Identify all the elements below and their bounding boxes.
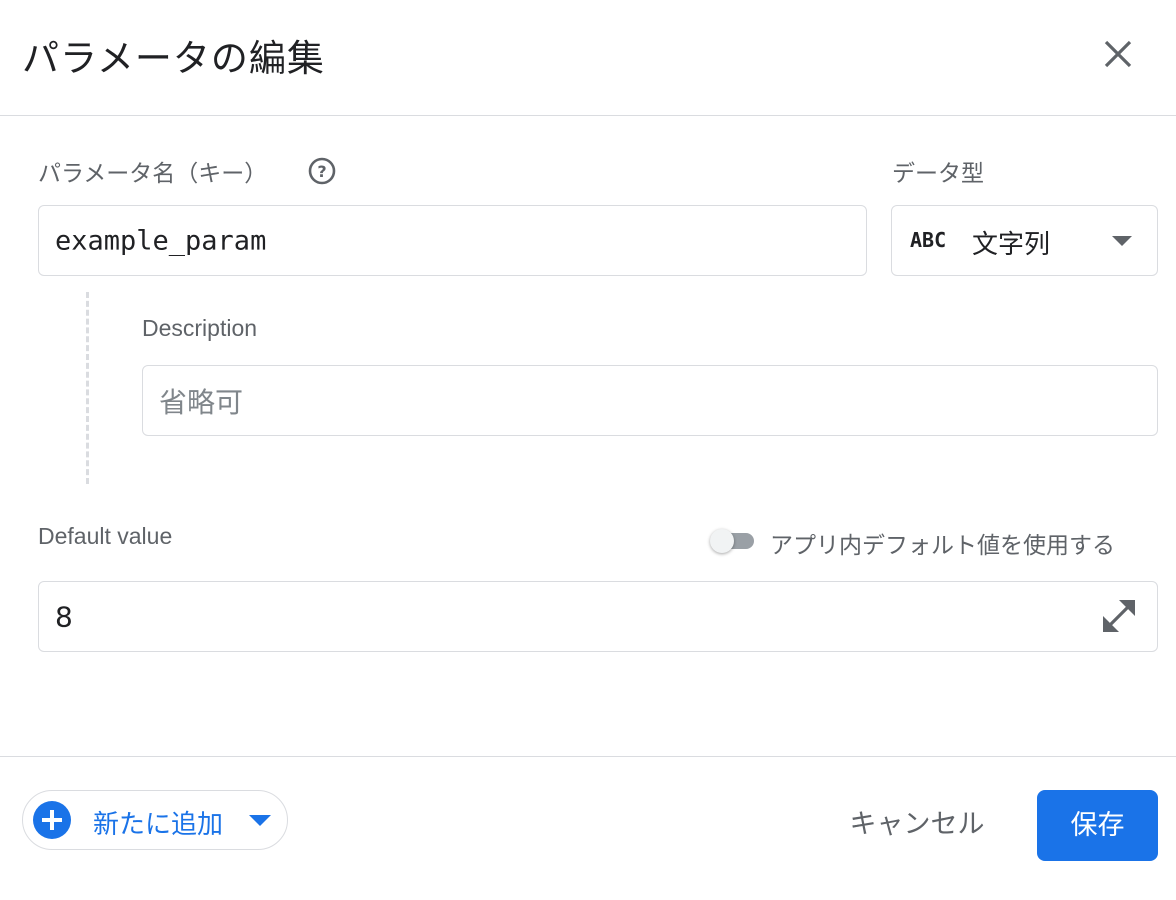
dialog-title: パラメータの編集 [22, 37, 325, 80]
close-button[interactable] [1096, 32, 1140, 76]
cancel-button[interactable]: キャンセル [832, 796, 1002, 854]
abc-icon: ABC [910, 228, 947, 252]
default-value-input[interactable]: 8 [38, 581, 1158, 652]
dialog-header: パラメータの編集 [0, 0, 1176, 116]
use-in-app-default-label: アプリ内デフォルト値を使用する [770, 532, 1115, 558]
expand-icon[interactable] [1098, 595, 1140, 637]
use-in-app-default-toggle[interactable] [710, 529, 756, 553]
description-placeholder: 省略可 [159, 385, 244, 419]
description-label: Description [142, 315, 258, 341]
save-button[interactable]: 保存 [1037, 790, 1158, 861]
add-new-button[interactable]: 新たに追加 [22, 790, 288, 850]
param-name-label: パラメータ名（キー） [38, 160, 268, 186]
plus-icon [33, 801, 71, 839]
add-new-label: 新たに追加 [93, 810, 224, 840]
data-type-label: データ型 [892, 160, 984, 186]
edit-parameter-dialog: パラメータの編集 パラメータ名（キー） ? データ型 example_param… [0, 0, 1176, 900]
footer-divider [0, 756, 1176, 757]
svg-text:?: ? [317, 162, 326, 181]
chevron-down-icon [249, 815, 271, 826]
chevron-down-icon [1112, 236, 1132, 246]
description-input[interactable]: 省略可 [142, 365, 1158, 436]
toggle-knob [710, 529, 734, 553]
param-name-input[interactable]: example_param [38, 205, 867, 276]
default-value-text: 8 [55, 600, 73, 633]
help-icon[interactable]: ? [307, 156, 337, 186]
param-name-value: example_param [55, 225, 267, 256]
data-type-value: 文字列 [972, 230, 1051, 260]
data-type-select[interactable]: ABC 文字列 [891, 205, 1158, 276]
description-indent-line [86, 292, 89, 484]
default-value-label: Default value [38, 523, 173, 549]
close-icon [1104, 40, 1132, 68]
